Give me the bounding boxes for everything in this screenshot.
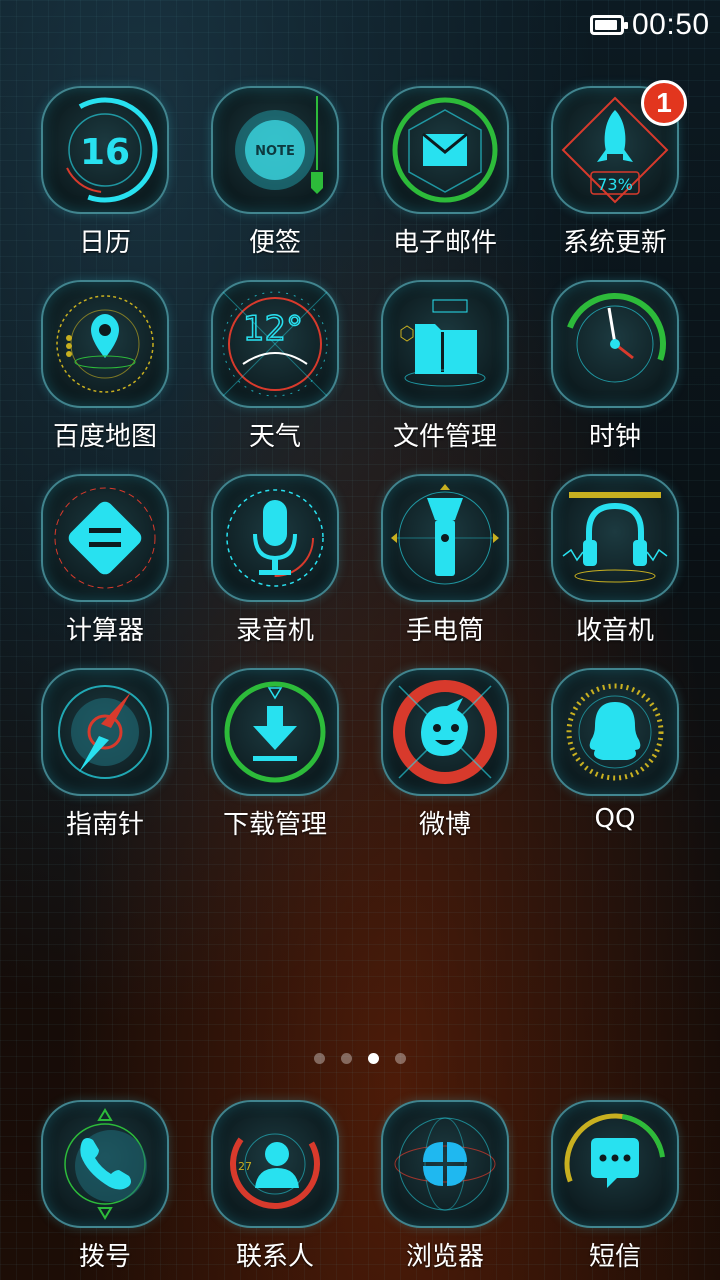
page-dot-active[interactable] (368, 1053, 379, 1064)
recorder-icon (211, 474, 339, 602)
app-label: 时钟 (588, 422, 641, 452)
app-radio[interactable]: 收音机 (530, 474, 700, 647)
file-manager-icon (381, 280, 509, 408)
email-icon (381, 86, 509, 214)
weather-temp-text: 12° (243, 309, 303, 349)
app-label: 浏览器 (405, 1242, 484, 1272)
app-label: QQ (594, 804, 636, 834)
note-icon: NOTE (211, 86, 339, 214)
app-weibo[interactable]: 微博 (360, 668, 530, 841)
app-recorder[interactable]: 录音机 (190, 474, 360, 647)
app-clock[interactable]: 时钟 (530, 280, 700, 453)
app-calendar[interactable]: 16 日历 (20, 86, 190, 259)
page-dot[interactable] (341, 1053, 352, 1064)
calendar-icon: 16 (41, 86, 169, 214)
app-label: 百度地图 (52, 422, 157, 452)
browser-icon (381, 1100, 509, 1228)
dock-contacts[interactable]: 27 联系人 (190, 1100, 360, 1273)
app-label: 下载管理 (222, 810, 327, 840)
dock-sms[interactable]: 短信 (530, 1100, 700, 1273)
notification-badge: 1 (641, 80, 687, 126)
status-bar: 00:50 (0, 0, 720, 56)
app-label: 微博 (418, 810, 471, 840)
qq-icon (551, 668, 679, 796)
page-dot[interactable] (395, 1053, 406, 1064)
app-compass[interactable]: 指南针 (20, 668, 190, 841)
weibo-icon (381, 668, 509, 796)
app-qq[interactable]: QQ (530, 668, 700, 834)
note-text: NOTE (255, 144, 295, 159)
dock-phone[interactable]: 拨号 (20, 1100, 190, 1273)
battery-icon (590, 15, 628, 35)
app-baidu-map[interactable]: 百度地图 (20, 280, 190, 453)
app-label: 收音机 (575, 616, 654, 646)
calendar-day-text: 16 (80, 132, 130, 173)
page-dot[interactable] (314, 1053, 325, 1064)
phone-icon (41, 1100, 169, 1228)
app-label: 计算器 (65, 616, 144, 646)
download-manager-icon (211, 668, 339, 796)
app-label: 日历 (78, 228, 131, 258)
app-label: 电子邮件 (392, 228, 497, 258)
dock-browser[interactable]: 浏览器 (360, 1100, 530, 1273)
app-label: 短信 (588, 1242, 641, 1272)
baidu-map-icon (41, 280, 169, 408)
radio-icon (551, 474, 679, 602)
app-flashlight[interactable]: 手电筒 (360, 474, 530, 647)
compass-icon (41, 668, 169, 796)
app-calculator[interactable]: 计算器 (20, 474, 190, 647)
system-update-icon: 73% 1 (551, 80, 687, 214)
app-weather[interactable]: 12° 天气 (190, 280, 360, 453)
app-label: 拨号 (78, 1242, 131, 1272)
app-label: 天气 (248, 422, 301, 452)
app-label: 文件管理 (392, 422, 497, 452)
status-time: 00:50 (632, 8, 710, 41)
app-label: 便签 (248, 228, 301, 258)
app-label: 指南针 (65, 810, 144, 840)
app-email[interactable]: 电子邮件 (360, 86, 530, 259)
contacts-icon: 27 (211, 1100, 339, 1228)
calculator-icon (41, 474, 169, 602)
app-label: 联系人 (235, 1242, 314, 1272)
app-label: 系统更新 (562, 228, 667, 258)
update-percent-text: 73% (597, 175, 633, 194)
weather-icon: 12° (211, 280, 339, 408)
page-indicator[interactable] (0, 1049, 720, 1064)
clock-icon (551, 280, 679, 408)
contacts-number-text: 27 (238, 1160, 252, 1173)
app-system-update[interactable]: 73% 1 系统更新 (530, 80, 700, 259)
app-label: 手电筒 (405, 616, 484, 646)
sms-icon (551, 1100, 679, 1228)
app-note[interactable]: NOTE 便签 (190, 86, 360, 259)
app-file-manager[interactable]: 文件管理 (360, 280, 530, 453)
app-label: 录音机 (235, 616, 314, 646)
app-download-manager[interactable]: 下载管理 (190, 668, 360, 841)
flashlight-icon (381, 474, 509, 602)
